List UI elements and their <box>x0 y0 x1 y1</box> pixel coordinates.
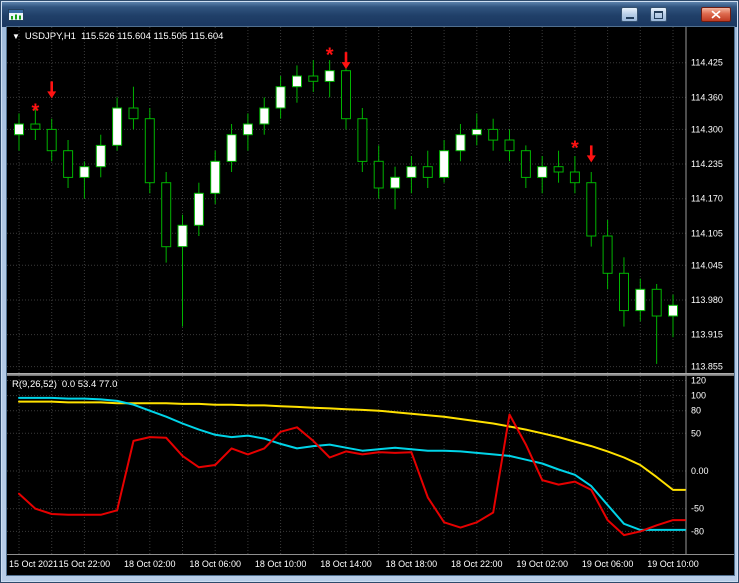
title-bar[interactable] <box>2 2 737 27</box>
svg-text:114.425: 114.425 <box>691 58 723 68</box>
price-chart-canvas[interactable]: 114.425 114.360 114.300 114.235 114.170 114.1… <box>7 27 734 373</box>
svg-text:114.170: 114.170 <box>691 194 723 204</box>
svg-text:114.105: 114.105 <box>691 228 723 238</box>
close-icon <box>711 10 721 19</box>
indicator-canvas[interactable]: 120 100 80 50 0.00 -50 -80 <box>7 376 734 554</box>
star-signal-icon: * <box>326 44 334 66</box>
maximize-button[interactable] <box>650 7 667 22</box>
chart-area: 114.425 114.360 114.300 114.235 114.170 114.1… <box>7 27 734 575</box>
time-label: 19 Oct 10:00 <box>647 559 699 569</box>
minimize-button[interactable] <box>621 7 638 22</box>
chart-window-icon[interactable] <box>8 8 24 22</box>
svg-text:-80: -80 <box>691 526 704 536</box>
svg-text:100: 100 <box>691 391 706 401</box>
time-label: 18 Oct 02:00 <box>124 559 176 569</box>
svg-text:-50: -50 <box>691 504 704 514</box>
svg-text:114.045: 114.045 <box>691 260 723 270</box>
time-label: 18 Oct 06:00 <box>189 559 241 569</box>
mt4-chart-window: 114.425 114.360 114.300 114.235 114.170 114.1… <box>0 0 739 583</box>
time-label: 18 Oct 18:00 <box>385 559 438 569</box>
one-click-trading-toggle[interactable]: ▼ <box>12 32 20 41</box>
svg-text:114.235: 114.235 <box>691 159 723 169</box>
svg-text:80: 80 <box>691 406 701 416</box>
time-axis[interactable]: 15 Oct 2021 15 Oct 22:00 18 Oct 02:00 18 Oc… <box>7 554 734 575</box>
time-label: 18 Oct 14:00 <box>320 559 372 569</box>
svg-text:114.360: 114.360 <box>691 92 723 102</box>
indicator-line-fast <box>18 413 686 537</box>
indicator-line-slow <box>18 400 686 491</box>
svg-text:120: 120 <box>691 376 706 386</box>
time-label: 15 Oct 22:00 <box>58 559 111 569</box>
svg-text:113.915: 113.915 <box>691 330 723 340</box>
time-label: 15 Oct 2021 <box>9 559 59 569</box>
minimize-icon <box>625 17 634 19</box>
indicator-line-mid <box>18 396 686 531</box>
oscillator-axis-labels: 120 100 80 50 0.00 -50 -80 <box>691 376 709 536</box>
close-button[interactable] <box>701 7 731 22</box>
star-signal-icon: * <box>31 100 39 122</box>
svg-text:0.00: 0.00 <box>691 466 709 476</box>
time-label: 19 Oct 06:00 <box>581 559 634 569</box>
svg-text:113.980: 113.980 <box>691 295 723 305</box>
svg-text:113.855: 113.855 <box>691 362 723 372</box>
star-signal-icon: * <box>571 138 579 160</box>
window-controls <box>621 7 731 22</box>
svg-text:114.300: 114.300 <box>691 124 723 134</box>
time-label: 18 Oct 10:00 <box>254 559 307 569</box>
time-label: 19 Oct 02:00 <box>516 559 568 569</box>
time-label: 18 Oct 22:00 <box>451 559 503 569</box>
price-axis-labels: 114.425 114.360 114.300 114.235 114.170 114.1… <box>691 58 723 372</box>
svg-text:50: 50 <box>691 428 701 438</box>
maximize-icon <box>654 10 663 19</box>
